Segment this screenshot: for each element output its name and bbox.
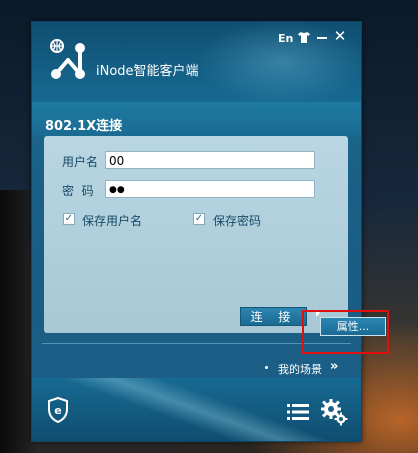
password-label: 密 码 <box>62 184 94 198</box>
inode-client-window: iNode智能客户端 En ✕ 802.1X连接 用户名 00 密 码 ●● ✓… <box>31 21 386 442</box>
expand-scenes-icon[interactable]: » <box>330 359 338 374</box>
save-username-checkbox[interactable]: ✓ <box>63 213 75 225</box>
svg-text:e: e <box>54 404 61 417</box>
username-label: 用户名 <box>62 155 99 169</box>
app-logo-icon <box>50 39 85 79</box>
close-icon[interactable]: ✕ <box>333 29 347 44</box>
minimize-icon[interactable] <box>315 31 329 45</box>
language-switch[interactable]: En <box>278 32 293 45</box>
window-footer <box>32 378 361 441</box>
shirt-icon[interactable] <box>298 32 310 43</box>
connect-button[interactable]: 连 接 <box>240 307 307 326</box>
gear-icon[interactable] <box>320 398 348 426</box>
save-password-label: 保存密码 <box>213 214 262 228</box>
username-field[interactable]: 00 <box>105 151 315 169</box>
connection-title: 802.1X连接 <box>45 119 123 134</box>
save-username-label: 保存用户名 <box>82 214 143 228</box>
save-password-checkbox[interactable]: ✓ <box>193 213 205 225</box>
red-highlight-box <box>302 310 389 354</box>
password-field[interactable]: ●● <box>105 180 315 198</box>
list-icon[interactable] <box>287 404 309 420</box>
shield-e-icon[interactable]: e <box>47 397 69 423</box>
app-title: iNode智能客户端 <box>96 64 199 79</box>
my-scenes-link[interactable]: 我的场景 <box>278 361 322 377</box>
bullet-icon <box>265 366 268 369</box>
